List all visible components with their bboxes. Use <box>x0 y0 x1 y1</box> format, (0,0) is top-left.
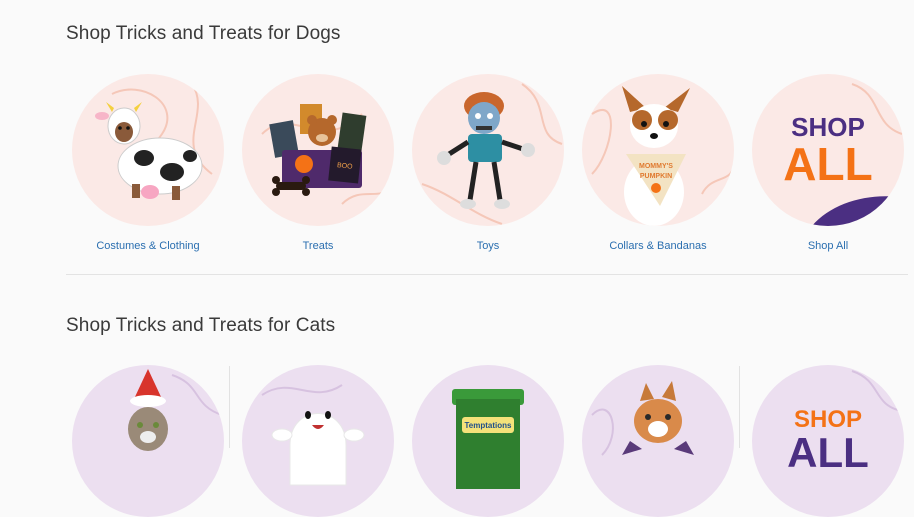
cats-section-title: Shop Tricks and Treats for Cats <box>66 315 336 336</box>
dog-tile-collars[interactable]: MOMMY'S PUMPKIN Collars & Bandanas <box>573 74 743 252</box>
svg-text:PUMPKIN: PUMPKIN <box>640 173 672 180</box>
cat-tile-2[interactable] <box>233 365 403 517</box>
treat-basket-image[interactable]: BOO <box>242 74 394 226</box>
dog-tile-shop-all-label[interactable]: Shop All <box>743 240 913 252</box>
shop-all-graphic[interactable]: SHOP ALL <box>752 365 904 517</box>
dog-tile-costumes-label[interactable]: Costumes & Clothing <box>63 240 233 252</box>
dog-bandana-image[interactable]: MOMMY'S PUMPKIN <box>582 74 734 226</box>
section-divider <box>66 274 908 275</box>
dogs-section-title: Shop Tricks and Treats for Dogs <box>66 23 341 44</box>
cat-tile-4[interactable] <box>573 365 743 517</box>
dog-tile-treats[interactable]: BOO Treats <box>233 74 403 252</box>
cat-tile-3[interactable]: Temptations <box>403 365 573 517</box>
zombie-rope-toy-image[interactable] <box>412 74 564 226</box>
cat-tile-1[interactable] <box>63 365 233 517</box>
temptations-treat-tub-image[interactable]: Temptations <box>412 365 564 517</box>
dog-tile-shop-all[interactable]: SHOP ALL Shop All <box>743 74 913 252</box>
cat-gnome-hat-image[interactable] <box>72 365 224 517</box>
svg-text:MOMMY'S: MOMMY'S <box>639 163 673 170</box>
dog-tile-treats-label[interactable]: Treats <box>233 240 403 252</box>
shop-all-graphic[interactable]: SHOP ALL <box>752 74 904 226</box>
ghost-plush-toy-image[interactable] <box>242 365 394 517</box>
svg-text:ALL: ALL <box>787 429 869 476</box>
cat-tile-shop-all[interactable]: SHOP ALL <box>743 365 913 517</box>
dog-tile-toys-label[interactable]: Toys <box>403 240 573 252</box>
svg-text:Temptations: Temptations <box>465 421 513 430</box>
svg-text:ALL: ALL <box>783 138 872 190</box>
dog-tile-costumes[interactable]: Costumes & Clothing <box>63 74 233 252</box>
dog-tile-toys[interactable]: Toys <box>403 74 573 252</box>
dog-cow-costume-image[interactable] <box>72 74 224 226</box>
cat-costume-image[interactable] <box>582 365 734 517</box>
dog-tile-collars-label[interactable]: Collars & Bandanas <box>573 240 743 252</box>
